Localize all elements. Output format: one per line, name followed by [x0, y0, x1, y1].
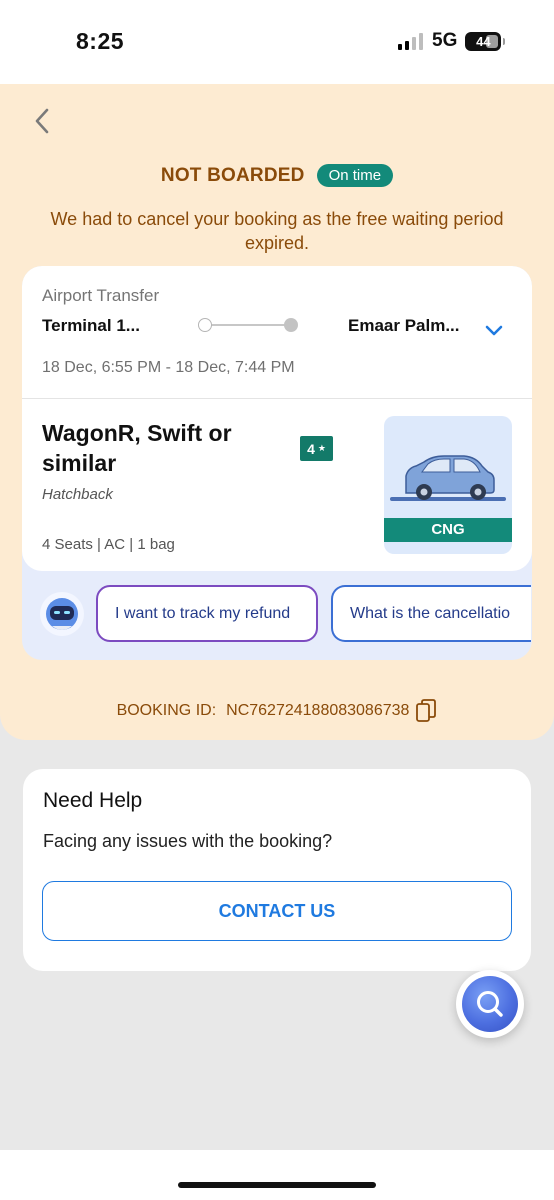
contact-us-button[interactable]: CONTACT US [42, 881, 512, 941]
divider [22, 398, 532, 399]
booking-id-value: NC762724188083086738 [226, 702, 410, 719]
rating-badge: 4 ★ [300, 436, 333, 461]
vehicle-features: 4 Seats | AC | 1 bag [42, 536, 175, 553]
copy-button[interactable] [415, 698, 437, 724]
chevron-down-icon [485, 325, 503, 336]
rating-value: 4 [307, 440, 315, 457]
booking-id-row: BOOKING ID: NC762724188083086738 [0, 698, 554, 724]
trip-time-range: 18 Dec, 6:55 PM - 18 Dec, 7:44 PM [42, 359, 295, 376]
battery-icon: 44 [465, 31, 506, 51]
booking-status-title: NOT BOARDED [160, 164, 305, 186]
network-type: 5G [432, 30, 458, 51]
fuel-type-badge: CNG [384, 518, 512, 542]
home-indicator[interactable] [178, 1182, 376, 1188]
search-icon [477, 991, 503, 1017]
help-subtitle: Facing any issues with the booking? [43, 831, 333, 851]
trip-details: Airport Transfer Terminal 1... Emaar Pal… [22, 266, 532, 571]
bottom-bar [0, 1150, 554, 1200]
star-icon: ★ [317, 443, 326, 453]
pickup-location: Terminal 1... [42, 316, 140, 335]
expand-trip-button[interactable] [482, 320, 506, 340]
vehicle-category: Hatchback [42, 486, 113, 503]
chevron-left-icon [35, 108, 49, 134]
booking-card: Airport Transfer Terminal 1... Emaar Pal… [22, 266, 532, 660]
vehicle-name: WagonR, Swift or similar [42, 420, 232, 476]
pickup-dot-icon [198, 318, 212, 332]
search-fab-button[interactable] [456, 970, 524, 1038]
trip-type: Airport Transfer [42, 286, 160, 305]
help-title: Need Help [43, 789, 143, 812]
booking-id-label: BOOKING ID: [116, 702, 217, 719]
status-row: NOT BOARDED On time [0, 164, 554, 187]
back-button[interactable] [28, 106, 56, 136]
drop-dot-icon [284, 318, 298, 332]
copy-icon [416, 699, 437, 722]
on-time-badge: On time [316, 164, 394, 187]
status-indicators: 5G 44 [398, 30, 506, 52]
route-line [198, 317, 298, 333]
battery-level: 44 [476, 33, 491, 49]
need-help-card: Need Help Facing any issues with the boo… [23, 769, 531, 971]
drop-location: Emaar Palm... [348, 316, 460, 335]
car-icon [390, 455, 506, 501]
assistant-bot-icon [38, 590, 86, 638]
status-bar: 8:25 5G 44 [0, 0, 554, 84]
vehicle-image: CNG [384, 416, 512, 554]
cancellation-message: We had to cancel your booking as the fre… [50, 209, 504, 253]
suggestion-cancellation[interactable]: What is the cancellatio [331, 585, 531, 642]
status-time: 8:25 [76, 28, 125, 54]
signal-icon [398, 32, 423, 50]
suggestion-track-refund[interactable]: I want to track my refund [96, 585, 318, 642]
